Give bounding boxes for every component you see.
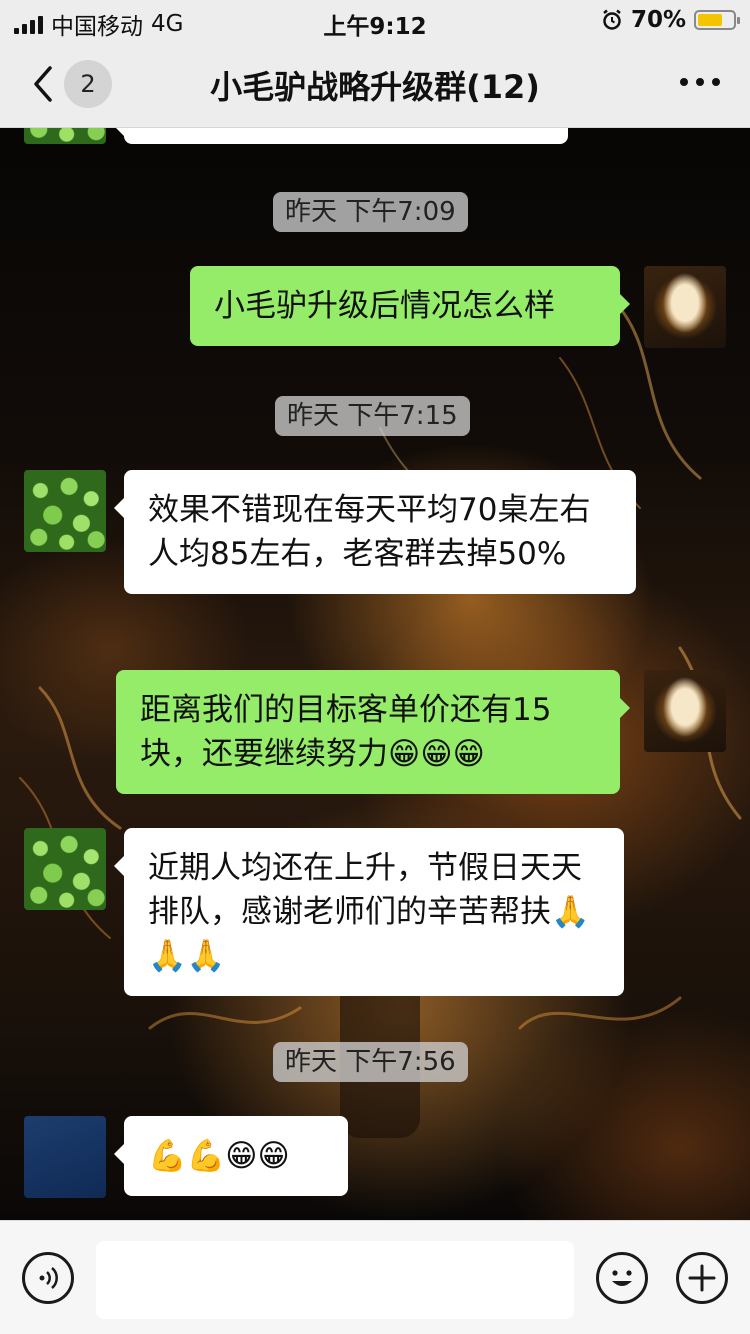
grinning-face-icon: 😁: [452, 736, 485, 772]
grinning-face-icon: 😁: [225, 1138, 258, 1174]
green-avatar[interactable]: [24, 128, 106, 144]
grinning-face-icon: 😁: [388, 736, 421, 772]
battery-fill: [698, 14, 722, 26]
battery-icon: [694, 10, 740, 30]
timestamp: 昨天 下午7:56: [273, 1042, 468, 1082]
incoming-message-bubble[interactable]: 效果不错现在每天平均70桌左右人均85左右，老客群去掉50%: [114, 470, 636, 594]
ellipsis-icon[interactable]: [680, 78, 720, 86]
fire-avatar[interactable]: [644, 670, 726, 752]
timestamp: 昨天 下午7:09: [273, 192, 468, 232]
blue-avatar[interactable]: [24, 1116, 106, 1198]
partial-message-bubble[interactable]: [114, 128, 568, 144]
message-text: 距离我们的目标客单价还有15块，还要继续努力: [140, 692, 552, 772]
grinning-face-icon: 😁: [420, 736, 453, 772]
message-text: 小毛驴升级后情况怎么样: [214, 288, 555, 324]
chat-message-list[interactable]: 昨天 下午7:09 小毛驴升级后情况怎么样 昨天 下午7:15 效果不错现在每天…: [0, 128, 750, 1220]
green-avatar[interactable]: [24, 828, 106, 910]
incoming-message-bubble[interactable]: 近期人均还在上升，节假日天天排队，感谢老师们的辛苦帮扶🙏🙏🙏: [114, 828, 624, 996]
status-bar: 中国移动 4G 上午9:12 70%: [0, 0, 750, 40]
alarm-clock-icon: [603, 9, 621, 30]
message-input[interactable]: [96, 1241, 574, 1319]
message-text: 效果不错现在每天平均70桌左右人均85左右，老客群去掉50%: [148, 492, 591, 572]
message-text: 近期人均还在上升，节假日天天排队，感谢老师们的辛苦帮扶: [148, 850, 582, 930]
chat-title: 小毛驴战略升级群(12): [210, 68, 540, 106]
incoming-message-bubble[interactable]: 💪💪😁😁: [114, 1116, 348, 1196]
praying-hands-icon: 🙏: [551, 894, 590, 930]
outgoing-message-bubble[interactable]: 距离我们的目标客单价还有15块，还要继续努力😁😁😁: [116, 670, 630, 794]
fire-avatar[interactable]: [644, 266, 726, 348]
battery-percent: 70%: [630, 7, 686, 33]
emoji-face-icon[interactable]: [596, 1252, 648, 1304]
chat-input-bar: [0, 1220, 750, 1334]
outgoing-message-bubble[interactable]: 小毛驴升级后情况怎么样: [190, 266, 630, 346]
voice-icon[interactable]: [22, 1252, 74, 1304]
flexed-biceps-icon: 💪: [186, 1138, 226, 1174]
timestamp: 昨天 下午7:15: [275, 396, 470, 436]
green-avatar[interactable]: [24, 470, 106, 552]
grinning-face-icon: 😁: [257, 1138, 290, 1174]
flexed-biceps-icon: 💪: [148, 1138, 187, 1174]
plus-icon[interactable]: [676, 1252, 728, 1304]
praying-hands-icon: 🙏: [148, 938, 187, 974]
nav-bar: 2 小毛驴战略升级群(12): [0, 40, 750, 128]
praying-hands-icon: 🙏: [186, 938, 226, 974]
